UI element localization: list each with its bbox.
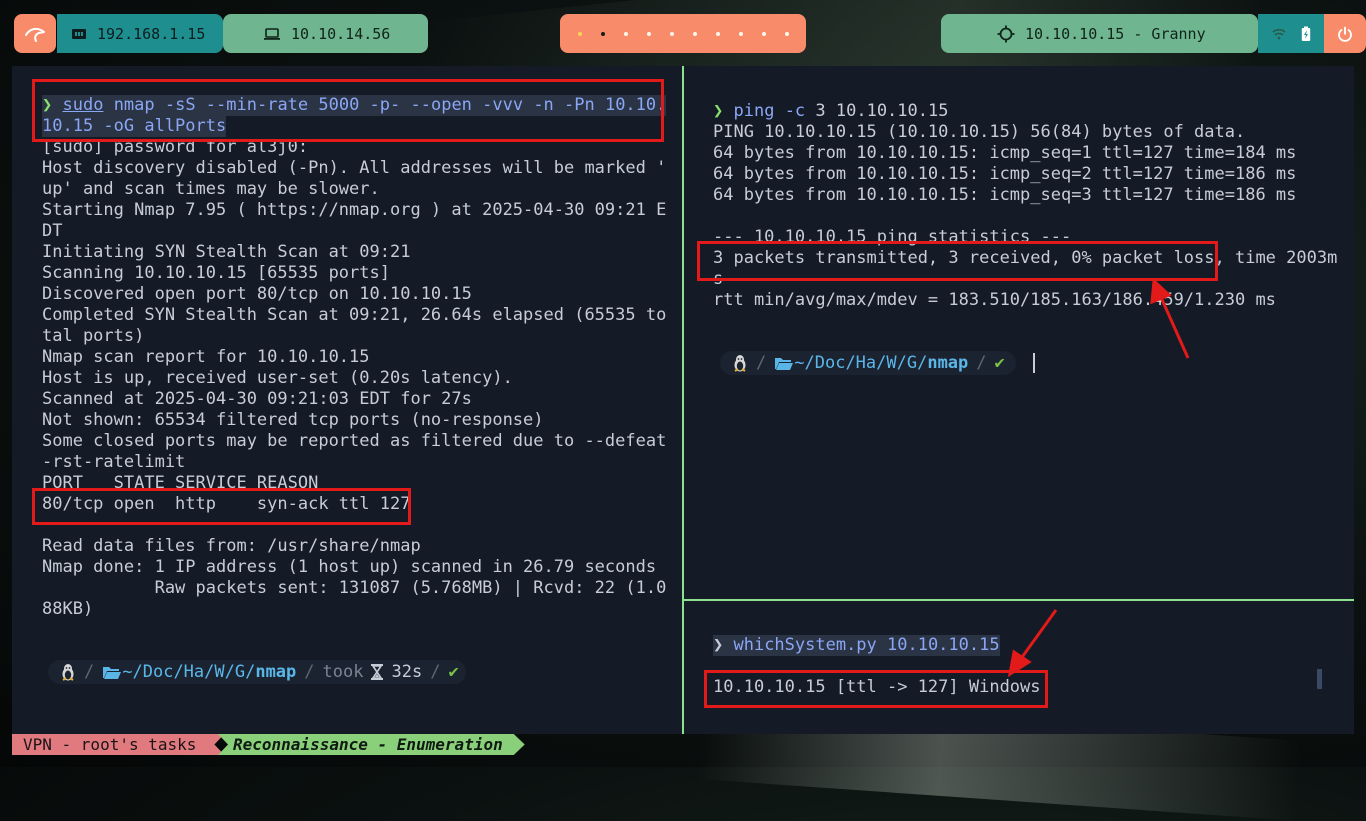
host-ip-widget[interactable]: 192.168.1.15	[57, 14, 223, 53]
workspace-8[interactable]	[738, 31, 743, 36]
tmux-window-label[interactable]: Reconnaissance - Enumeration	[218, 734, 525, 755]
path-home: ~	[794, 353, 805, 373]
path-text: /Doc/Ha/W/G/	[132, 662, 256, 682]
workspace-2[interactable]	[600, 31, 605, 36]
prompt-separator: /	[430, 662, 441, 682]
ping-command-line: ❯ ping -c 3 10.10.10.15	[713, 101, 948, 122]
crosshair-icon	[997, 25, 1015, 42]
linux-tux-icon	[62, 664, 74, 681]
terminal-pane-right-top[interactable]: ❯ ping -c 3 10.10.10.15 PING 10.10.10.15…	[684, 66, 1354, 599]
terminal-pane-left[interactable]: ❯ sudo nmap -sS --min-rate 5000 -p- --op…	[12, 66, 682, 734]
workspace-5[interactable]	[669, 31, 674, 36]
wifi-icon[interactable]	[1271, 28, 1286, 40]
workspace-6[interactable]	[692, 31, 697, 36]
highlight-box-packets	[697, 241, 1218, 281]
output-line: Nmap scan report for 10.10.10.15	[42, 347, 370, 367]
output-line: Some closed ports may be reported as fil…	[42, 431, 667, 451]
target-text: 10.10.10.15 - Granny	[1025, 24, 1206, 43]
output-line: Raw packets sent: 131087 (5.768MB) | Rcv…	[42, 578, 667, 598]
tmux-session-label[interactable]: VPN - root's tasks	[12, 734, 224, 755]
output-line: DT	[42, 221, 63, 241]
output-line: Not shown: 65534 filtered tcp ports (no-…	[42, 410, 544, 430]
path-home: ~	[122, 662, 133, 682]
output-line: Completed SYN Stealth Scan at 09:21, 26.…	[42, 305, 667, 325]
output-line: Host discovery disabled (-Pn). All addre…	[42, 158, 667, 178]
kali-menu-button[interactable]	[14, 14, 56, 53]
terminal-pane-right-bottom[interactable]: ❯ whichSystem.py 10.10.10.15 10.10.10.15…	[684, 601, 1354, 734]
output-line: Discovered open port 80/tcp on 10.10.10.…	[42, 284, 472, 304]
whichsystem-command-line: ❯ whichSystem.py 10.10.10.15	[713, 635, 1000, 656]
workspace-1[interactable]	[577, 31, 582, 36]
command-text: whichSystem.py 10.10.10.15	[723, 635, 1000, 655]
output-line: 64 bytes from 10.10.10.15: icmp_seq=3 tt…	[713, 185, 1297, 205]
output-line: Nmap done: 1 IP address (1 host up) scan…	[42, 557, 657, 577]
output-line: 64 bytes from 10.10.10.15: icmp_seq=2 tt…	[713, 164, 1297, 184]
linux-tux-icon	[734, 355, 746, 372]
output-line: PING 10.10.10.15 (10.10.10.15) 56(84) by…	[713, 122, 1246, 142]
prompt-separator: /	[304, 662, 315, 682]
system-tray[interactable]	[1258, 14, 1324, 53]
vpn-ip-text: 10.10.14.56	[291, 24, 391, 43]
path-current-dir: nmap	[927, 353, 969, 373]
workspace-3[interactable]	[623, 31, 628, 36]
shell-prompt: / ~/Doc/Ha/W/G/nmap / took 32s / ✔	[60, 660, 459, 684]
success-check-icon: ✔	[994, 353, 1005, 373]
shell-prompt: / ~/Doc/Ha/W/G/nmap / ✔	[732, 351, 1005, 375]
output-line: Starting Nmap 7.95 ( https://nmap.org ) …	[42, 200, 667, 220]
highlight-box-windows	[704, 670, 1048, 708]
workspace-9[interactable]	[761, 31, 766, 36]
folder-open-icon	[103, 667, 122, 679]
host-ip-text: 192.168.1.15	[97, 24, 206, 43]
workspace-10[interactable]	[784, 31, 789, 36]
output-line: up' and scan times may be slower.	[42, 179, 380, 199]
output-line: 88KB)	[42, 599, 94, 619]
prompt-symbol: ❯	[713, 635, 724, 655]
path-current-dir: nmap	[255, 662, 297, 682]
output-line: Initiating SYN Stealth Scan at 09:21	[42, 242, 411, 262]
success-check-icon: ✔	[448, 662, 459, 682]
prompt-separator: /	[84, 662, 95, 682]
highlight-box-nmap-command	[32, 79, 664, 142]
command-name: ping	[733, 101, 775, 121]
ethernet-icon	[72, 28, 86, 39]
output-line: Scanning 10.10.10.15 [65535 ports]	[42, 263, 390, 283]
output-line: Host is up, received user-set (0.20s lat…	[42, 368, 513, 388]
prompt-separator: /	[756, 353, 767, 373]
text-cursor	[1033, 353, 1035, 373]
terminal-window[interactable]: ❯ sudo nmap -sS --min-rate 5000 -p- --op…	[12, 66, 1354, 734]
battery-icon[interactable]	[1301, 26, 1311, 42]
workspace-4[interactable]	[646, 31, 651, 36]
scroll-indicator[interactable]	[1317, 669, 1322, 689]
power-icon	[1338, 26, 1352, 42]
prompt-separator: /	[976, 353, 987, 373]
output-line: Scanned at 2025-04-30 09:21:03 EDT for 2…	[42, 389, 472, 409]
took-value: 32s	[391, 662, 423, 682]
vpn-ip-widget[interactable]: 10.10.14.56	[223, 14, 428, 53]
took-label: took	[322, 662, 364, 682]
path-text: /Doc/Ha/W/G/	[804, 353, 928, 373]
folder-open-icon	[775, 358, 794, 370]
workspace-7[interactable]	[715, 31, 720, 36]
output-line: rtt min/avg/max/mdev = 183.510/185.163/1…	[713, 290, 1276, 310]
power-button[interactable]	[1324, 14, 1366, 53]
output-line: Read data files from: /usr/share/nmap	[42, 536, 421, 556]
laptop-icon	[264, 27, 280, 40]
command-args: 3 10.10.10.15	[805, 101, 949, 121]
output-line: -rst-ratelimit	[42, 452, 186, 472]
kali-dragon-icon	[25, 27, 45, 42]
highlight-box-open-port	[32, 488, 411, 525]
prompt-symbol: ❯	[713, 101, 724, 121]
target-widget[interactable]: 10.10.10.15 - Granny	[941, 14, 1258, 53]
hourglass-icon	[371, 664, 384, 680]
workspace-switcher[interactable]	[560, 14, 806, 53]
output-line: 64 bytes from 10.10.10.15: icmp_seq=1 tt…	[713, 143, 1297, 163]
output-line: tal ports)	[42, 326, 145, 346]
command-flag: -c	[774, 101, 806, 121]
